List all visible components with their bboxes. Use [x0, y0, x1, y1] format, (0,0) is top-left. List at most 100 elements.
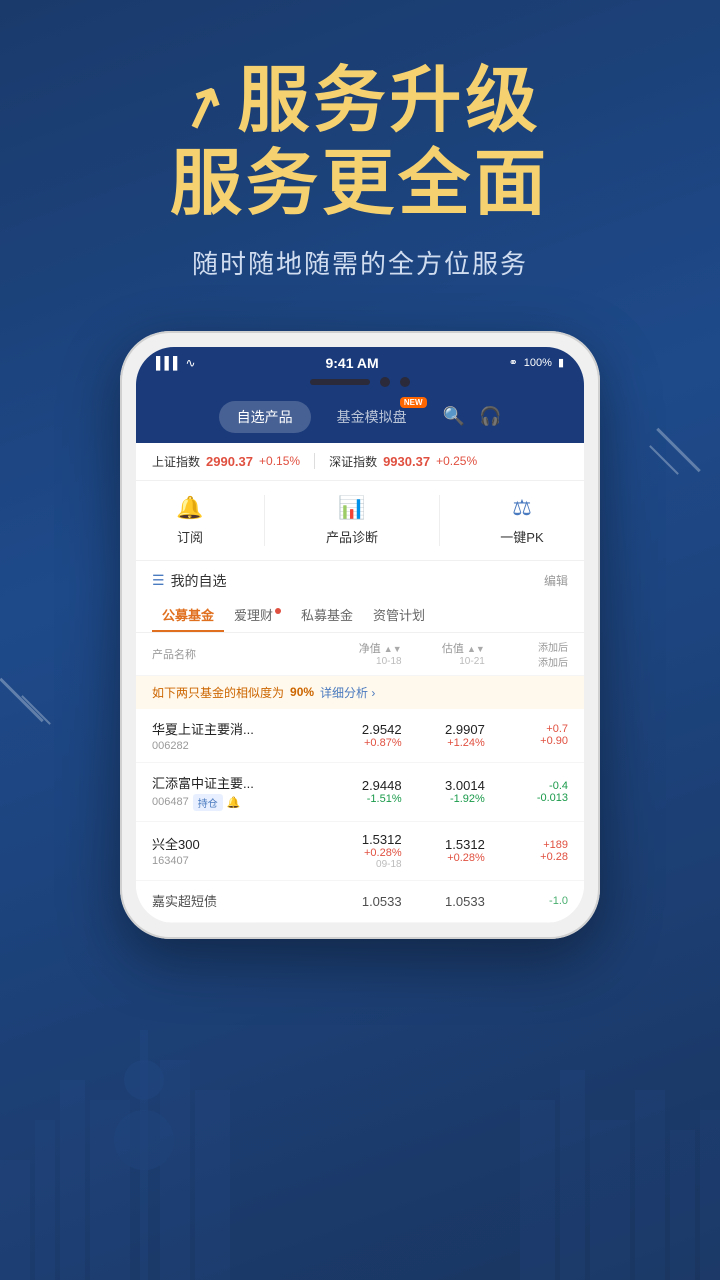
fund2-name: 汇添富中证主要...: [152, 773, 318, 792]
fund3-nav-date: 09-18: [318, 859, 401, 870]
fund3-est-change: +0.28%: [402, 852, 485, 864]
similarity-notice: 如下两只基金的相似度为 90% 详细分析 ›: [136, 676, 584, 709]
th-est: 估值 ▲▼ 10-21: [402, 640, 485, 667]
signal-area: ▌▌▌ ∿: [156, 356, 196, 370]
fund3-est: 1.5312 +0.28%: [402, 837, 485, 864]
hero-section: ↗服务升级 服务更全面 随时随地随需的全方位服务: [0, 0, 720, 281]
pk-icon: ⚖: [512, 495, 532, 521]
phone-inner: ▌▌▌ ∿ 9:41 AM ⚭ 100% ▮ 自选产品: [136, 347, 584, 923]
battery-label: 100%: [524, 357, 552, 369]
fund4-name: 嘉实超短债: [152, 891, 318, 910]
phone-outer: ▌▌▌ ∿ 9:41 AM ⚭ 100% ▮ 自选产品: [120, 331, 600, 939]
sh-name: 上证指数: [152, 453, 200, 470]
fund3-add: +189+0.28: [485, 839, 568, 863]
tab-zixuan[interactable]: 自选产品: [219, 401, 311, 433]
tab-jijin[interactable]: 基金模拟盘 NEW: [319, 401, 425, 433]
watchlist-icon: ☰: [152, 572, 165, 589]
fund3-nav-val: 1.5312: [318, 832, 401, 847]
nav-tabs[interactable]: 自选产品 基金模拟盘 NEW 🔍 🎧: [136, 395, 584, 443]
fund3-est-val: 1.5312: [402, 837, 485, 852]
qa-subscribe[interactable]: 🔔 订阅: [176, 495, 203, 546]
sim-prefix: 如下两只基金的相似度为: [152, 684, 284, 701]
status-bar: ▌▌▌ ∿ 9:41 AM ⚭ 100% ▮: [136, 347, 584, 377]
market-ticker: 上证指数 2990.37 +0.15% 深证指数 9930.37 +0.25%: [136, 443, 584, 481]
qa-diagnose[interactable]: 📊 产品诊断: [326, 495, 378, 546]
fund3-name: 兴全300: [152, 834, 318, 853]
subscribe-icon: 🔔: [176, 495, 203, 521]
fund3-code: 163407: [152, 855, 318, 867]
qa-pk[interactable]: ⚖ 一键PK: [500, 495, 543, 546]
fund2-info: 汇添富中证主要... 006487 持仓 🔔: [152, 773, 318, 811]
sz-name: 深证指数: [329, 453, 377, 470]
fund1-nav-val: 2.9542: [318, 722, 401, 737]
sh-change: +0.15%: [259, 454, 300, 468]
search-icon[interactable]: 🔍: [443, 406, 465, 427]
phone-mockup: ▌▌▌ ∿ 9:41 AM ⚭ 100% ▮ 自选产品: [0, 331, 720, 939]
fund1-est-change: +1.24%: [402, 737, 485, 749]
sim-link[interactable]: 详细分析 ›: [320, 684, 375, 701]
cat-simu[interactable]: 私募基金: [291, 597, 363, 632]
qa-divider2: [439, 495, 440, 546]
th-add: 添加后添加后: [485, 639, 568, 669]
fund3-nav-change: +0.28%: [318, 847, 401, 859]
sz-index: 深证指数 9930.37 +0.25%: [329, 453, 477, 470]
watchlist-edit[interactable]: 编辑: [544, 572, 568, 589]
cat-aili[interactable]: 爱理财: [224, 597, 291, 632]
fund-row-1[interactable]: 华夏上证主要消... 006282 2.9542 +0.87% 2.9907 +…: [136, 709, 584, 763]
cat-ziguan[interactable]: 资管计划: [363, 597, 435, 632]
th-nav: 净值 ▲▼ 10-18: [318, 640, 401, 667]
fund2-code: 006487 持仓 🔔: [152, 794, 318, 811]
watchlist-title: ☰ 我的自选: [152, 571, 227, 591]
sim-percent: 90%: [290, 685, 314, 699]
headset-icon[interactable]: 🎧: [479, 406, 501, 427]
fund1-name: 华夏上证主要消...: [152, 719, 318, 738]
hero-subtitle: 随时随地随需的全方位服务: [60, 244, 660, 281]
fund2-nav-change: -1.51%: [318, 793, 401, 805]
new-badge: NEW: [400, 397, 427, 408]
fund3-info: 兴全300 163407: [152, 834, 318, 867]
fund2-bell: 🔔: [227, 796, 241, 809]
hero-title-line2: 服务更全面: [60, 143, 660, 226]
fund-row-4[interactable]: 嘉实超短债 1.0533 1.0533 -1.0: [136, 881, 584, 923]
fund1-nav-change: +0.87%: [318, 737, 401, 749]
fund1-add: +0.7+0.90: [485, 723, 568, 747]
fund-row-2[interactable]: 汇添富中证主要... 006487 持仓 🔔 2.9448 -1.51% 3.0…: [136, 763, 584, 822]
battery-icon: ▮: [558, 356, 564, 369]
watchlist-header: ☰ 我的自选 编辑: [136, 561, 584, 597]
bluetooth-icon: ⚭: [509, 356, 518, 369]
fund1-info: 华夏上证主要消... 006282: [152, 719, 318, 752]
fund1-est-val: 2.9907: [402, 722, 485, 737]
speaker-bar: [310, 379, 370, 385]
aili-dot: [275, 608, 281, 614]
fund2-est-change: -1.92%: [402, 793, 485, 805]
market-divider: [314, 453, 315, 469]
pk-label: 一键PK: [500, 527, 543, 546]
fund2-add: -0.4-0.013: [485, 780, 568, 804]
subscribe-label: 订阅: [177, 527, 203, 546]
fund2-est-val: 3.0014: [402, 778, 485, 793]
fund2-est: 3.0014 -1.92%: [402, 778, 485, 805]
sh-value: 2990.37: [206, 454, 253, 469]
sh-index: 上证指数 2990.37 +0.15%: [152, 453, 300, 470]
fund3-nav: 1.5312 +0.28% 09-18: [318, 832, 401, 870]
fund4-est: 1.0533: [402, 894, 485, 909]
cat-gongmu[interactable]: 公募基金: [152, 597, 224, 632]
diagnose-icon: 📊: [338, 495, 365, 521]
hero-title-line1: ↗服务升级: [60, 60, 660, 143]
phone-speaker: [136, 377, 584, 395]
wifi-icon: ∿: [186, 356, 196, 370]
hero-icon: ↗: [169, 67, 239, 145]
fund1-nav: 2.9542 +0.87%: [318, 722, 401, 749]
fund1-code: 006282: [152, 740, 318, 752]
camera-dot2: [400, 377, 410, 387]
camera-dot: [380, 377, 390, 387]
fund4-nav: 1.0533: [318, 894, 401, 909]
fund-row-3[interactable]: 兴全300 163407 1.5312 +0.28% 09-18 1.5312 …: [136, 822, 584, 881]
qa-divider1: [264, 495, 265, 546]
sz-change: +0.25%: [436, 454, 477, 468]
sz-value: 9930.37: [383, 454, 430, 469]
th-product-name: 产品名称: [152, 646, 318, 662]
diagnose-label: 产品诊断: [326, 527, 378, 546]
fund2-nav: 2.9448 -1.51%: [318, 778, 401, 805]
fund4-nav-val: 1.0533: [318, 894, 401, 909]
